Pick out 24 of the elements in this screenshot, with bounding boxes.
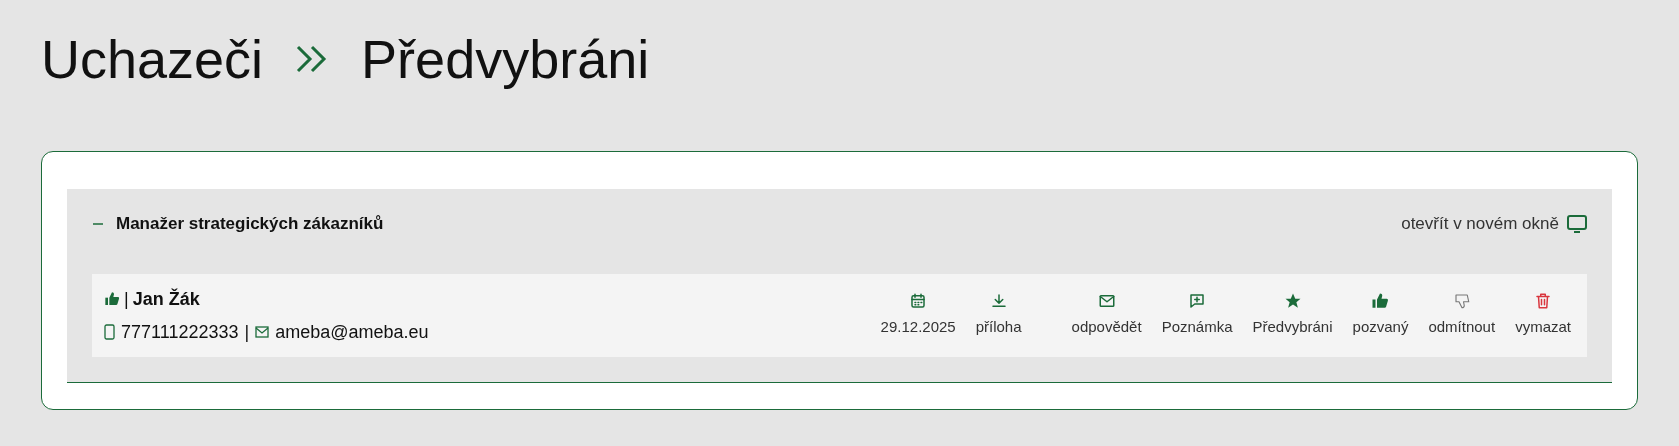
calendar-icon (909, 292, 928, 311)
action-button[interactable]: příloha (975, 292, 1022, 339)
mail-icon (255, 326, 270, 338)
thumbs-up-icon (1371, 292, 1390, 311)
email-address: ameba@ameba.eu (275, 320, 429, 344)
phone-number: 777111222333 (121, 320, 239, 344)
phone-icon (104, 324, 115, 340)
action-button[interactable]: odmítnout (1428, 292, 1496, 339)
action-button[interactable]: Předvybráni (1252, 292, 1333, 339)
date-text: 29.12.2025 (880, 317, 956, 338)
action-button[interactable]: odpovědět (1071, 292, 1142, 339)
action-button[interactable]: pozvaný (1352, 292, 1409, 339)
action-button[interactable]: vymazat (1515, 292, 1571, 339)
section-title: Manažer strategických zákazníků (116, 213, 384, 236)
breadcrumb-item[interactable]: Uchazeči (41, 32, 264, 86)
note-icon (1188, 292, 1207, 311)
separator: | (244, 320, 250, 344)
trash-icon (1534, 292, 1553, 311)
monitor-icon (1567, 215, 1587, 233)
action-button[interactable]: Poznámka (1161, 292, 1233, 339)
thumbs-down-icon (1452, 292, 1471, 311)
open-new-window-link[interactable]: otevřít v novém okně (1401, 211, 1587, 237)
separator: | (124, 287, 129, 311)
candidate-name: Jan Žák (132, 287, 200, 311)
